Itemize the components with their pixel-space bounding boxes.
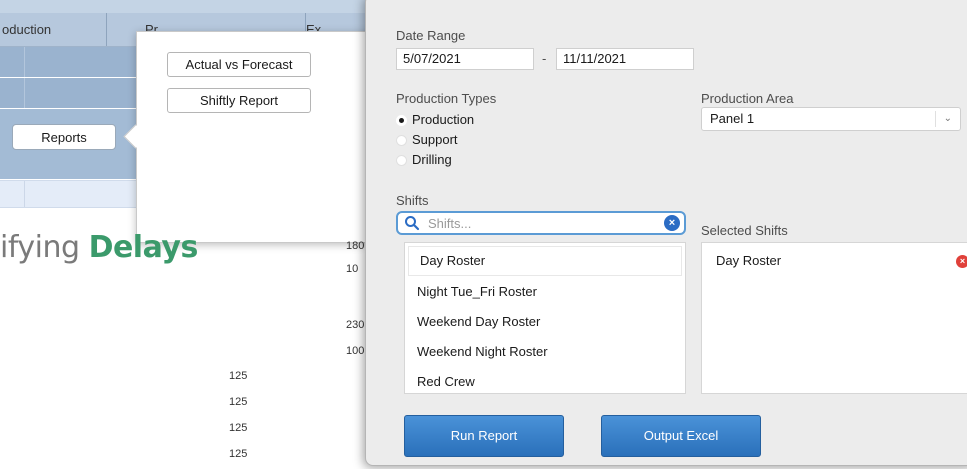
value-cell: 125: [229, 396, 248, 408]
shifts-search-field[interactable]: ×: [396, 211, 686, 235]
value-cell: 100: [346, 345, 365, 357]
value-cell: 10: [346, 263, 359, 275]
run-report-button[interactable]: Run Report: [404, 415, 564, 457]
end-date-field[interactable]: 11/11/2021: [556, 48, 694, 70]
shifts-list[interactable]: Day Roster Night Tue_Fri Roster Weekend …: [404, 242, 686, 394]
selected-shifts-label: Selected Shifts: [701, 223, 788, 238]
clear-icon[interactable]: ×: [664, 215, 680, 231]
production-types-label: Production Types: [396, 91, 497, 106]
reports-button[interactable]: Reports: [12, 124, 116, 150]
value-cell: 125: [229, 370, 248, 382]
background-app: oduction Pr Ex Reports Actual vs Forecas…: [0, 0, 400, 469]
page-heading: ifying Delays: [0, 230, 198, 265]
radio-button[interactable]: [396, 135, 407, 146]
table-top-strip: [0, 0, 400, 13]
column-header-production[interactable]: oduction: [0, 13, 107, 46]
select-divider: [935, 111, 936, 127]
remove-icon[interactable]: ×: [956, 255, 967, 268]
value-cell: 180: [346, 240, 365, 252]
shiftly-report-button[interactable]: Shiftly Report: [167, 88, 311, 113]
value-cell: 125: [229, 422, 248, 434]
radio-button[interactable]: [396, 155, 407, 166]
chevron-down-icon[interactable]: ⌄: [944, 108, 952, 130]
shifts-label: Shifts: [396, 193, 429, 208]
search-icon: [405, 216, 420, 231]
reports-popover: Actual vs Forecast Shiftly Report: [136, 31, 374, 243]
production-area-label: Production Area: [701, 91, 794, 106]
selected-shifts-list[interactable]: Day Roster ×: [701, 242, 967, 394]
list-item[interactable]: Weekend Night Roster: [405, 337, 685, 367]
list-item[interactable]: Red Crew: [405, 367, 685, 397]
actual-vs-forecast-button[interactable]: Actual vs Forecast: [167, 52, 311, 77]
selected-shift-item[interactable]: Day Roster: [716, 253, 781, 268]
shifts-search-input[interactable]: [428, 215, 648, 231]
radio-button[interactable]: [396, 115, 407, 126]
report-options-dialog: Date Range 5/07/2021 - 11/11/2021 Produc…: [365, 0, 967, 466]
output-excel-button[interactable]: Output Excel: [601, 415, 761, 457]
value-cell: 230: [346, 319, 365, 331]
list-item[interactable]: Night Tue_Fri Roster: [405, 277, 685, 307]
start-date-field[interactable]: 5/07/2021: [396, 48, 534, 70]
list-item[interactable]: Day Roster: [408, 246, 682, 276]
production-area-select[interactable]: Panel 1 ⌄: [701, 107, 961, 131]
value-cell: 125: [229, 448, 248, 460]
production-area-value: Panel 1: [710, 111, 755, 126]
date-separator: -: [542, 51, 547, 66]
date-range-label: Date Range: [396, 28, 466, 43]
list-item[interactable]: Weekend Day Roster: [405, 307, 685, 337]
